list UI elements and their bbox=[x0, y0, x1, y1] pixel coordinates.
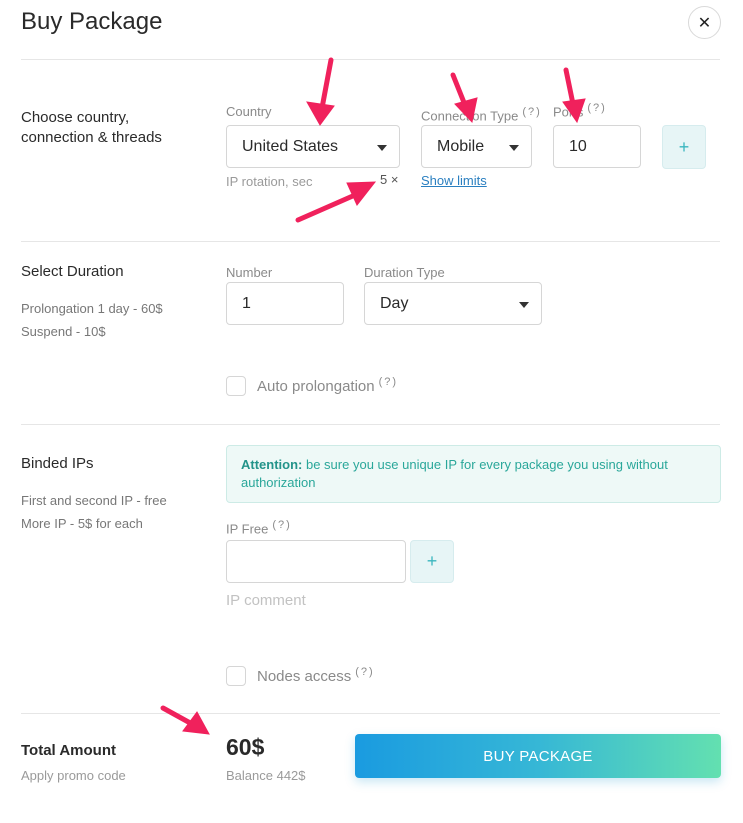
annotation-arrow bbox=[319, 57, 334, 111]
duration-type-select[interactable]: Day bbox=[364, 282, 542, 325]
buy-package-dialog: Buy Package ✕ Choose country, connection… bbox=[0, 0, 743, 823]
dialog-title: Buy Package bbox=[21, 8, 163, 35]
help-icon[interactable]: (?) bbox=[587, 102, 606, 114]
divider bbox=[21, 241, 720, 242]
annotation-arrow bbox=[450, 72, 468, 108]
add-ip-button[interactable]: + bbox=[410, 540, 454, 583]
attention-alert: Attention: be sure you use unique IP for… bbox=[226, 445, 721, 503]
alert-text: be sure you use unique IP for every pack… bbox=[241, 457, 668, 490]
binded-ips-section-title: Binded IPs bbox=[21, 455, 94, 472]
nodes-access-label: Nodes access (?) bbox=[257, 666, 375, 685]
chevron-down-icon bbox=[377, 145, 387, 151]
ports-input[interactable]: 10 bbox=[553, 125, 641, 168]
total-amount-value: 60$ bbox=[226, 734, 265, 760]
help-icon[interactable]: (?) bbox=[522, 106, 541, 118]
nodes-access-checkbox[interactable] bbox=[226, 666, 246, 686]
annotation-arrow bbox=[563, 67, 576, 107]
help-icon[interactable]: (?) bbox=[379, 376, 398, 388]
number-label: Number bbox=[226, 265, 273, 280]
auto-prolongation-checkbox[interactable] bbox=[226, 376, 246, 396]
chevron-down-icon bbox=[519, 302, 529, 308]
annotation-arrow bbox=[295, 192, 358, 223]
plus-icon: + bbox=[426, 551, 438, 571]
duration-type-value: Day bbox=[380, 294, 409, 312]
close-icon: ✕ bbox=[697, 14, 712, 32]
country-label: Country bbox=[226, 104, 272, 119]
balance-value: Balance 442$ bbox=[226, 768, 306, 783]
divider bbox=[21, 59, 720, 60]
ip-input[interactable] bbox=[226, 540, 406, 583]
total-amount-label: Total Amount bbox=[21, 742, 116, 759]
country-select[interactable]: United States bbox=[226, 125, 400, 168]
free-ip-note: First and second IP - free bbox=[21, 493, 167, 508]
apply-promo-link[interactable]: Apply promo code bbox=[21, 768, 126, 783]
help-icon[interactable]: (?) bbox=[272, 519, 291, 531]
plus-icon: + bbox=[678, 136, 690, 157]
annotation-arrowhead bbox=[306, 101, 335, 126]
ports-label: Ports (?) bbox=[553, 102, 607, 120]
country-section-title: Choose country, connection & threads bbox=[21, 109, 162, 146]
ports-value: 10 bbox=[569, 137, 587, 155]
connection-type-select[interactable]: Mobile bbox=[421, 125, 532, 168]
show-limits-link[interactable]: Show limits bbox=[421, 173, 487, 188]
ip-free-label: IP Free (?) bbox=[226, 519, 292, 537]
suspend-note: Suspend - 10$ bbox=[21, 324, 106, 339]
annotation-arrowhead bbox=[346, 181, 377, 206]
connection-type-value: Mobile bbox=[437, 137, 485, 155]
prolongation-note: Prolongation 1 day - 60$ bbox=[21, 301, 163, 316]
help-icon[interactable]: (?) bbox=[355, 666, 374, 678]
buy-package-button[interactable]: BUY PACKAGE bbox=[355, 734, 721, 778]
close-button[interactable]: ✕ bbox=[688, 6, 721, 39]
ip-rotation-label: IP rotation, sec bbox=[226, 174, 313, 189]
alert-strong: Attention: bbox=[241, 457, 303, 472]
annotation-arrowhead bbox=[182, 711, 210, 735]
annotation-arrow bbox=[160, 705, 195, 727]
divider bbox=[21, 713, 720, 714]
country-value: United States bbox=[242, 137, 339, 155]
duration-section-title: Select Duration bbox=[21, 263, 124, 280]
connection-type-label: Connection Type (?) bbox=[421, 106, 542, 124]
divider bbox=[21, 424, 720, 425]
auto-prolongation-label: Auto prolongation (?) bbox=[257, 376, 399, 395]
ip-comment-input[interactable]: IP comment bbox=[226, 592, 306, 609]
duration-type-label: Duration Type bbox=[364, 265, 445, 280]
number-input[interactable]: 1 bbox=[226, 282, 344, 325]
chevron-down-icon bbox=[509, 145, 519, 151]
ip-rotation-value[interactable]: 5 × bbox=[380, 172, 398, 187]
number-value: 1 bbox=[242, 294, 251, 312]
add-country-button[interactable]: + bbox=[662, 125, 706, 169]
more-ip-note: More IP - 5$ for each bbox=[21, 516, 143, 531]
